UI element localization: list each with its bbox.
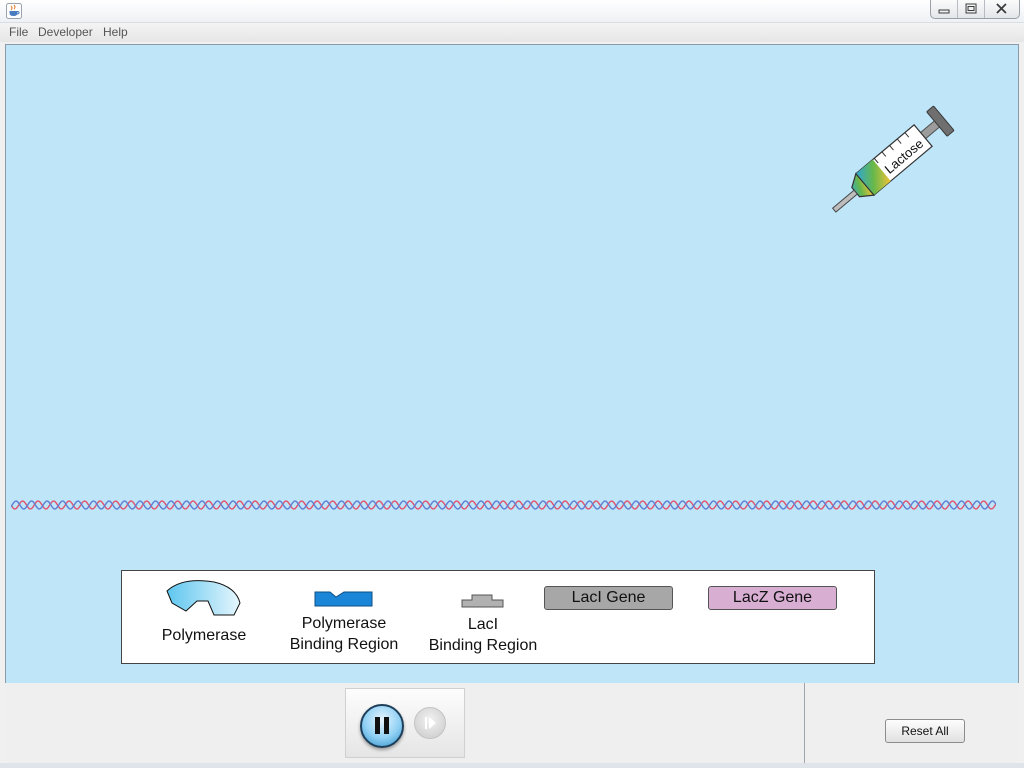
laci-gene-key: LacI Gene [544,586,673,610]
close-button[interactable] [985,0,1019,18]
legend-laci-binding-line2: Binding Region [428,637,538,654]
menu-help[interactable]: Help [103,25,128,39]
step-button[interactable] [414,707,446,739]
polymerase-binding-region-icon [314,591,373,607]
legend-laci-binding-line1: LacI [467,616,499,633]
close-icon [996,3,1007,14]
window-title-bar[interactable] [0,0,1024,23]
minimize-button[interactable] [931,0,959,18]
legend-panel: Polymerase Polymerase Binding Region Lac… [121,570,875,664]
maximize-button[interactable] [958,0,986,18]
control-panel: Reset All [5,683,1019,763]
legend-polymerase-binding-label: Polymerase Binding Region [282,613,406,655]
menu-bar: File Developer Help [0,23,1024,42]
dna-strand [11,500,996,510]
reset-all-button[interactable]: Reset All [885,719,965,743]
maximize-icon [965,3,977,14]
lacz-gene-key: LacZ Gene [708,586,837,610]
simulation-canvas: Lactose Polymerase Polymerase Binding Re… [5,44,1019,684]
minimize-icon [938,9,950,14]
panel-divider [804,683,805,763]
legend-laci-binding-label: LacI Binding Region [420,614,546,656]
pause-button[interactable] [360,704,404,748]
polymerase-icon [166,580,241,616]
window-bottom-edge [0,763,1024,768]
legend-polymerase-binding-line2: Binding Region [289,636,399,653]
pause-icon [375,717,389,734]
java-coffee-cup-icon [6,3,22,19]
window-controls [930,0,1020,19]
legend-polymerase-label: Polymerase [161,627,247,644]
lactose-syringe[interactable]: Lactose [816,95,966,230]
clock-controls [345,688,465,758]
legend-polymerase-binding-line1: Polymerase [301,615,387,632]
laci-binding-region-icon [461,594,504,608]
menu-file[interactable]: File [9,25,28,39]
menu-developer[interactable]: Developer [38,25,93,39]
step-forward-icon [425,717,436,729]
